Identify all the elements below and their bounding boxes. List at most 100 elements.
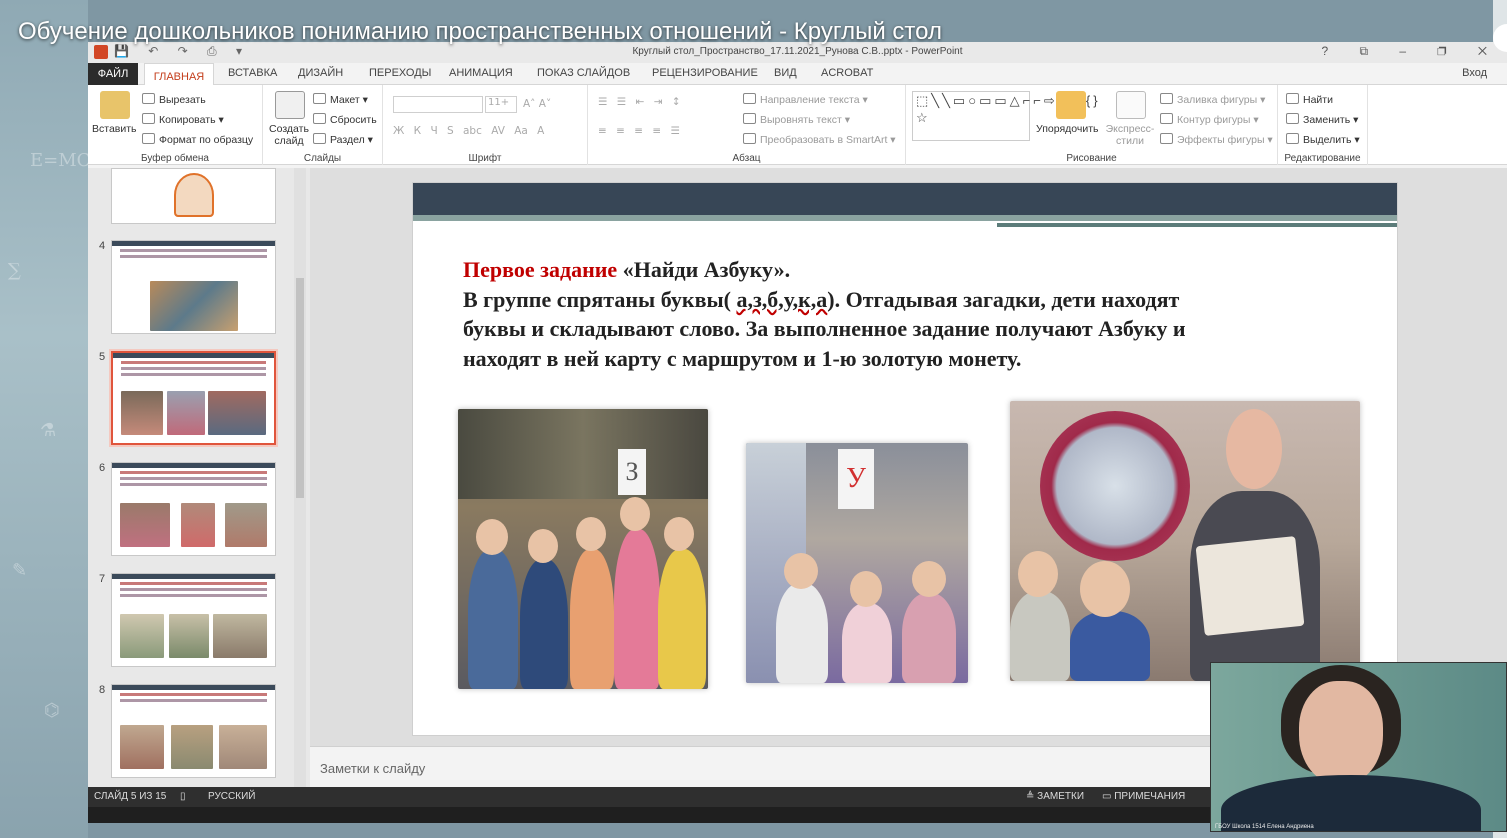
reset-icon <box>313 113 326 124</box>
tab-insert[interactable]: ВСТАВКА <box>228 67 277 79</box>
find-button[interactable]: Найти <box>1286 93 1333 106</box>
slide-thumbnail-3[interactable] <box>111 168 276 224</box>
document-title: Круглый стол_Пространство_17.11.2021_Рун… <box>632 46 963 57</box>
fill-bucket-icon <box>1160 93 1173 104</box>
slide-canvas[interactable]: Первое задание «Найди Азбуку». В группе … <box>412 182 1398 736</box>
brush-icon <box>142 133 155 144</box>
shape-effects-button[interactable]: Эффекты фигуры ▾ <box>1160 133 1273 146</box>
replace-icon <box>1286 113 1299 124</box>
font-size-select[interactable]: 11+ <box>485 96 517 113</box>
tab-home[interactable]: ГЛАВНАЯ <box>144 63 214 86</box>
copy-icon <box>142 113 155 124</box>
slide-number: 5 <box>99 351 106 363</box>
replace-button[interactable]: Заменить ▾ <box>1286 113 1358 126</box>
text-direction-icon <box>743 93 756 104</box>
speaker-face <box>1299 681 1383 785</box>
group-label: Рисование <box>1066 153 1117 164</box>
logo-image <box>174 173 214 217</box>
slide-header-bar <box>413 183 1397 215</box>
layout-icon <box>313 93 326 104</box>
smartart-button[interactable]: Преобразовать в SmartArt ▾ <box>743 133 896 146</box>
slide-thumbnails-panel: 4 5 6 7 8 <box>88 168 310 787</box>
slide-editor: Первое задание «Найди Азбуку». В группе … <box>310 168 1507 746</box>
list-buttons[interactable]: ☰ ☰ ⇤ ⇥ ↕ <box>598 96 681 108</box>
tab-file[interactable]: ФАЙЛ <box>88 63 138 85</box>
slide-heading: «Найди Азбуку». <box>617 257 791 282</box>
tab-transitions[interactable]: ПЕРЕХОДЫ <box>369 67 431 79</box>
slide-heading-red: Первое задание <box>463 257 618 282</box>
section-button[interactable]: Раздел ▾ <box>313 133 373 146</box>
shape-outline-button[interactable]: Контур фигуры ▾ <box>1160 113 1259 126</box>
section-icon <box>313 133 326 144</box>
thumbnails-scrollbar[interactable] <box>294 168 306 787</box>
tab-view[interactable]: ВИД <box>774 67 797 79</box>
slide-thumbnail-5[interactable] <box>109 349 278 447</box>
tab-animations[interactable]: АНИМАЦИЯ <box>449 67 513 79</box>
new-slide-icon <box>275 91 305 119</box>
new-slide-button[interactable]: Создать слайд <box>269 123 309 147</box>
effects-icon <box>1160 133 1173 144</box>
copy-button[interactable]: Копировать ▾ <box>142 113 224 126</box>
background-doodle: ⌬ <box>44 700 60 721</box>
slide-thumbnail-4[interactable] <box>111 240 276 334</box>
slide-thumbnail-8[interactable] <box>111 684 276 778</box>
slide-counter: СЛАЙД 5 ИЗ 15 <box>94 791 167 802</box>
arrange-icon <box>1056 91 1086 119</box>
format-painter-button[interactable]: Формат по образцу <box>142 133 253 146</box>
group-label: Слайды <box>303 153 342 164</box>
scrollbar-thumb[interactable] <box>296 278 304 498</box>
editing-group: Найти Заменить ▾ Выделить ▾ Редактирован… <box>1278 85 1368 165</box>
background-doodle: ∑ <box>8 260 21 281</box>
shape-fill-button[interactable]: Заливка фигуры ▾ <box>1160 93 1265 106</box>
font-style-buttons[interactable]: Ж К Ч S abc AV Aa A <box>393 125 544 137</box>
cut-button[interactable]: Вырезать <box>142 93 206 106</box>
align-buttons[interactable]: ≡ ≡ ≡ ≡ ☰ <box>598 125 680 137</box>
group-label: Шрифт <box>468 153 502 164</box>
slide-number: 8 <box>99 684 106 696</box>
ribbon-home: Вставить Вырезать Копировать ▾ Формат по… <box>88 85 1507 165</box>
paragraph-group: ☰ ☰ ⇤ ⇥ ↕ ≡ ≡ ≡ ≡ ☰ Направление текста ▾… <box>588 85 906 165</box>
group-label: Буфер обмена <box>141 153 209 164</box>
tab-acrobat[interactable]: ACROBAT <box>821 67 873 79</box>
letter-sign: У <box>838 449 874 509</box>
slide-photo-teacher-with-map[interactable] <box>1010 401 1360 681</box>
group-label: Редактирование <box>1284 153 1361 164</box>
binoculars-icon <box>1286 93 1299 104</box>
slide-photo-children-letter-z[interactable]: З <box>458 409 708 689</box>
scissors-icon <box>142 93 155 104</box>
sign-in-link[interactable]: Вход <box>1462 67 1487 79</box>
hidden-letters: а,з,б,у,к,а <box>736 286 828 312</box>
webcam-caption: ГБОУ Школа 1514 Елена Андриена <box>1215 824 1314 830</box>
tab-design[interactable]: ДИЗАЙН <box>298 67 343 79</box>
background-doodle: ⚗ <box>40 420 57 441</box>
select-button[interactable]: Выделить ▾ <box>1286 133 1360 146</box>
paste-button[interactable]: Вставить <box>92 123 137 135</box>
slide-body-text[interactable]: Первое задание «Найди Азбуку». В группе … <box>463 255 1363 373</box>
clipboard-group: Вставить Вырезать Копировать ▾ Формат по… <box>88 85 263 165</box>
font-grow-shrink[interactable]: A˄ A˅ <box>523 98 551 110</box>
comments-toggle[interactable]: ▭ ПРИМЕЧАНИЯ <box>1102 791 1185 802</box>
quick-styles-button[interactable]: Экспресс-стили <box>1102 123 1158 147</box>
slide-thumbnail-7[interactable] <box>111 573 276 667</box>
text-direction-button[interactable]: Направление текста ▾ <box>743 93 868 106</box>
notes-toggle[interactable]: ≜ ЗАМЕТКИ <box>1026 791 1084 802</box>
smartart-icon <box>743 133 756 144</box>
slide-thumbnail-6[interactable] <box>111 462 276 556</box>
background-doodle: ✎ <box>12 560 28 581</box>
align-text-button[interactable]: Выровнять текст ▾ <box>743 113 850 126</box>
window-controls[interactable]: ? ⧉ – ❐ ✕ <box>1321 44 1501 59</box>
tab-review[interactable]: РЕЦЕНЗИРОВАНИЕ <box>652 67 758 79</box>
language-indicator[interactable]: РУССКИЙ <box>208 791 255 802</box>
arrange-button[interactable]: Упорядочить <box>1036 123 1098 135</box>
video-background: E=MC² ∑ ⚗ ✎ ⌬ <box>0 0 98 838</box>
slide-photo-children-letter-u[interactable]: У <box>746 443 968 683</box>
paste-icon <box>100 91 130 119</box>
letter-sign: З <box>618 449 646 495</box>
font-name-select[interactable] <box>393 96 483 113</box>
shapes-gallery[interactable]: ⬚╲╲▭○▭▭△⌐⌐⇨⇩⬠{}☆ <box>912 91 1098 141</box>
layout-button[interactable]: Макет ▾ <box>313 93 368 106</box>
tab-slideshow[interactable]: ПОКАЗ СЛАЙДОВ <box>537 67 630 79</box>
spellcheck-icon[interactable]: ▯ <box>180 791 186 802</box>
reset-button[interactable]: Сбросить <box>313 113 377 126</box>
slides-group: Создать слайд Макет ▾ Сбросить Раздел ▾ … <box>263 85 383 165</box>
